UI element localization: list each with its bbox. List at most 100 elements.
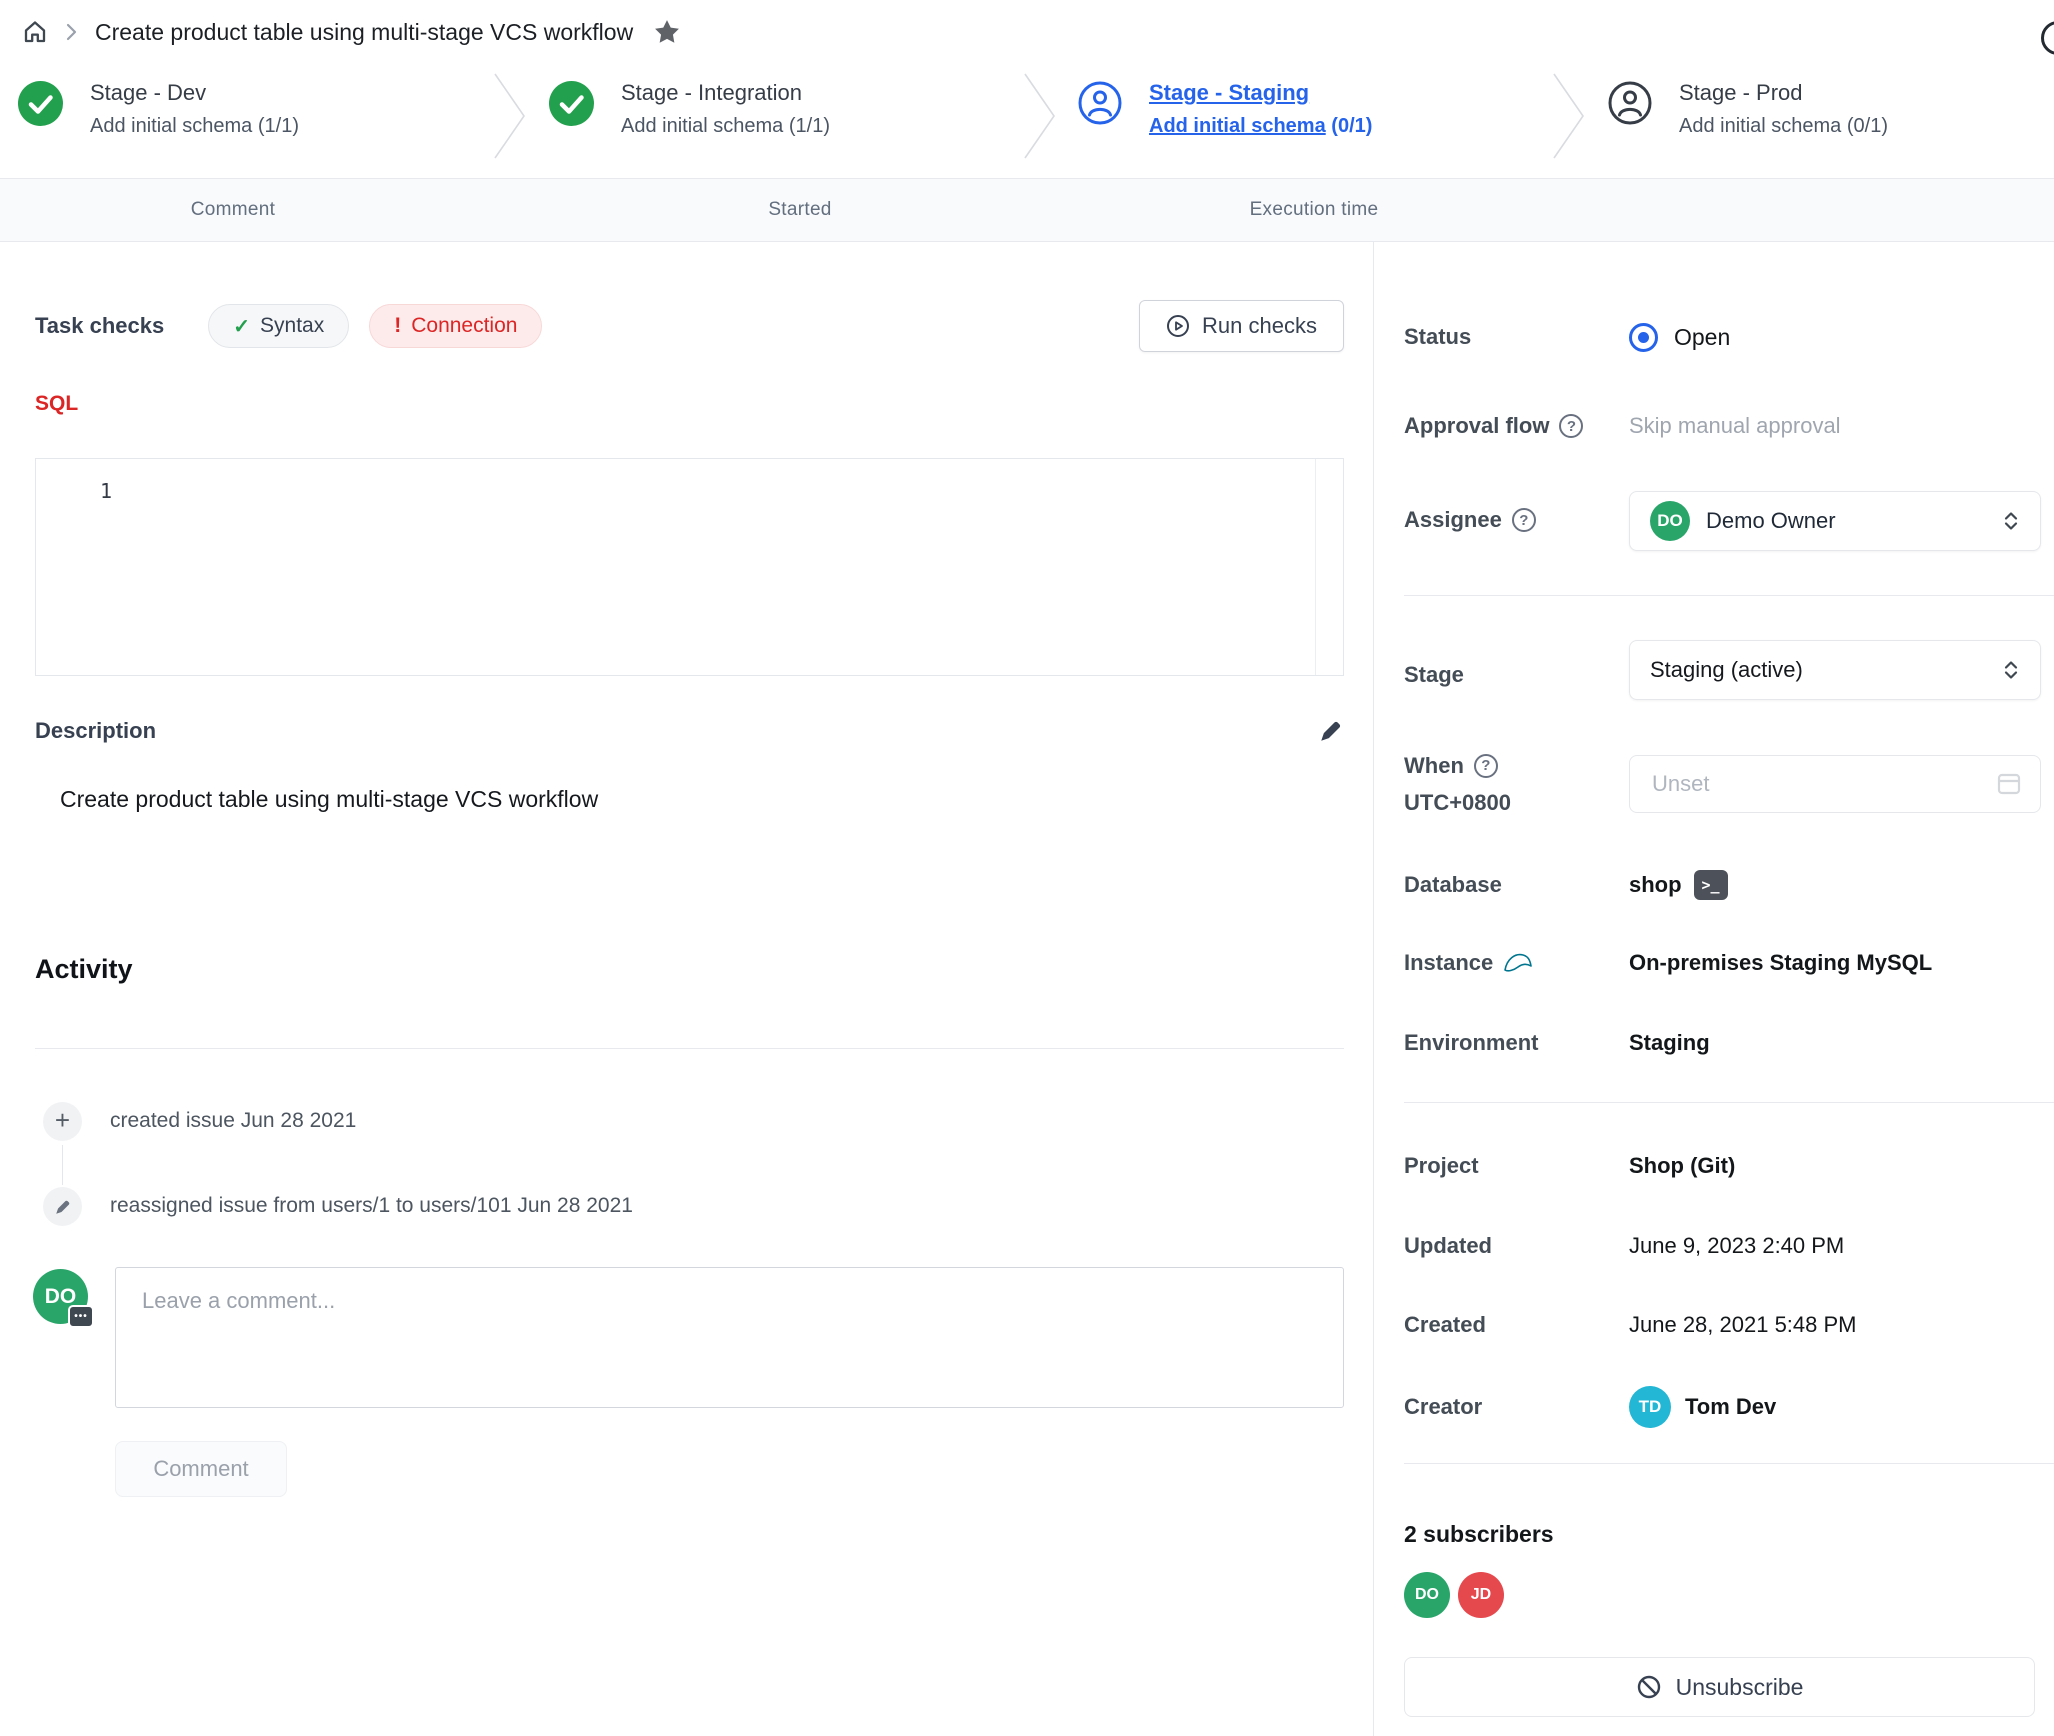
stage-item-staging[interactable]: Stage - Staging Add initial schema (0/1) [1078, 78, 1372, 140]
instance-label: Instance [1404, 943, 1533, 983]
project-value: Shop (Git) [1629, 1146, 1735, 1186]
avatar: DO ••• [33, 1269, 88, 1324]
assignee-label: Assignee ? [1404, 500, 1536, 540]
divider [1404, 1463, 2054, 1464]
status-label: Status [1404, 317, 1471, 357]
sql-section-label: SQL [35, 392, 78, 416]
assignee-select[interactable]: DO Demo Owner [1629, 491, 2041, 551]
star-icon[interactable] [653, 18, 681, 46]
sql-editor[interactable]: 1 [35, 458, 1344, 676]
edit-pencil-icon[interactable] [1318, 718, 1344, 744]
select-caret-icon [2000, 658, 2022, 682]
created-label: Created [1404, 1305, 1486, 1345]
stage-title: Stage - Dev [90, 78, 299, 108]
chevron-right-icon [66, 23, 77, 41]
avatar[interactable]: DO [1404, 1572, 1450, 1618]
description-header: Description [35, 718, 1344, 744]
comment-input[interactable] [115, 1267, 1344, 1408]
plus-icon: + [43, 1102, 82, 1141]
run-checks-button[interactable]: Run checks [1139, 300, 1344, 352]
project-label: Project [1404, 1146, 1479, 1186]
check-ok-icon: ✓ [233, 314, 250, 339]
column-header-execution-time: Execution time [1250, 199, 1379, 221]
description-text: Create product table using multi-stage V… [60, 786, 598, 813]
stage-title: Stage - Prod [1679, 78, 1888, 108]
check-circle-icon [549, 81, 594, 140]
database-label: Database [1404, 865, 1502, 905]
task-table-header: Comment Started Execution time [0, 178, 2054, 242]
divider [35, 1048, 1344, 1049]
database-value: shop >_ [1629, 865, 1728, 905]
help-icon[interactable]: ? [1559, 414, 1583, 438]
task-checks-row: Task checks ✓ Syntax ! Connection Run ch… [35, 300, 1344, 352]
created-value: June 28, 2021 5:48 PM [1629, 1305, 1857, 1345]
check-badge-syntax[interactable]: ✓ Syntax [208, 304, 349, 348]
stage-task-link[interactable]: Add initial schema (0/1) [1149, 112, 1372, 140]
help-icon[interactable]: ? [1512, 508, 1536, 532]
play-circle-icon [1166, 314, 1190, 338]
avatar: TD [1629, 1386, 1671, 1428]
page-title: Create product table using multi-stage V… [95, 19, 633, 46]
stage-title: Stage - Integration [621, 78, 830, 108]
when-label: When? UTC+0800 [1404, 747, 1511, 821]
unsubscribe-button[interactable]: Unsubscribe [1404, 1657, 2035, 1717]
timezone-label: UTC+0800 [1404, 790, 1511, 815]
instance-value: On-premises Staging MySQL [1629, 943, 1932, 983]
comment-button[interactable]: Comment [115, 1441, 287, 1497]
select-caret-icon [2000, 509, 2022, 533]
check-circle-icon [18, 81, 63, 140]
creator-label: Creator [1404, 1387, 1482, 1427]
stage-task: Add initial schema (0/1) [1679, 112, 1888, 140]
mysql-dolphin-icon [1503, 950, 1533, 976]
stage-separator-chevron [493, 72, 527, 160]
environment-value: Staging [1629, 1023, 1710, 1063]
divider [1404, 1102, 2054, 1103]
when-date-input[interactable]: Unset [1629, 755, 2041, 813]
chat-bubble-icon: ••• [68, 1305, 94, 1328]
issue-detail-page: Create product table using multi-stage V… [0, 0, 2054, 1736]
stage-label: Stage [1404, 655, 1464, 695]
radio-selected-icon[interactable] [1629, 323, 1658, 352]
breadcrumb: Create product table using multi-stage V… [0, 0, 2054, 64]
updated-label: Updated [1404, 1226, 1492, 1266]
prohibited-icon [1636, 1674, 1662, 1700]
person-circle-icon [1078, 81, 1122, 140]
stage-separator-chevron [1023, 72, 1057, 160]
check-badge-connection[interactable]: ! Connection [369, 304, 542, 348]
stage-title-link[interactable]: Stage - Staging [1149, 78, 1372, 108]
subscribers-heading: 2 subscribers [1404, 1514, 1554, 1554]
stage-item-prod[interactable]: Stage - Prod Add initial schema (0/1) [1608, 78, 1888, 140]
calendar-icon [1996, 771, 2022, 797]
status-value: Open [1629, 317, 1730, 357]
stage-item-dev[interactable]: Stage - Dev Add initial schema (1/1) [18, 78, 299, 140]
stage-pipeline: Stage - Dev Add initial schema (1/1) Sta… [0, 64, 2054, 178]
sql-editor-terminal-icon[interactable]: >_ [1694, 870, 1728, 900]
updated-value: June 9, 2023 2:40 PM [1629, 1226, 1844, 1266]
creator-value: TD Tom Dev [1629, 1386, 1776, 1428]
stage-select[interactable]: Staging (active) [1629, 640, 2041, 700]
column-header-started: Started [768, 199, 831, 221]
description-label: Description [35, 718, 156, 744]
approval-flow-label: Approval flow ? [1404, 406, 1583, 446]
stage-task: Add initial schema (1/1) [621, 112, 830, 140]
column-header-comment: Comment [191, 199, 275, 221]
activity-item: created issue Jun 28 2021 [110, 1107, 356, 1135]
avatar: DO [1650, 501, 1690, 541]
check-error-icon: ! [394, 314, 401, 338]
issue-sidebar: Status Open Approval flow ? Skip manual … [1373, 242, 2054, 1736]
editor-line-number: 1 [100, 479, 112, 503]
help-icon[interactable]: ? [1474, 754, 1498, 778]
pencil-icon [43, 1187, 82, 1226]
stage-separator-chevron [1552, 72, 1586, 160]
activity-item: reassigned issue from users/1 to users/1… [110, 1192, 633, 1220]
home-icon[interactable] [22, 19, 48, 45]
activity-connector-line [62, 1145, 63, 1185]
environment-label: Environment [1404, 1023, 1538, 1063]
divider [1404, 595, 2054, 596]
stage-item-integration[interactable]: Stage - Integration Add initial schema (… [549, 78, 830, 140]
main-content: Task checks ✓ Syntax ! Connection Run ch… [0, 242, 1373, 1736]
avatar[interactable]: JD [1458, 1572, 1504, 1618]
stage-task: Add initial schema (1/1) [90, 112, 299, 140]
approval-flow-value: Skip manual approval [1629, 406, 1841, 446]
editor-scrollbar-divider [1315, 459, 1316, 675]
